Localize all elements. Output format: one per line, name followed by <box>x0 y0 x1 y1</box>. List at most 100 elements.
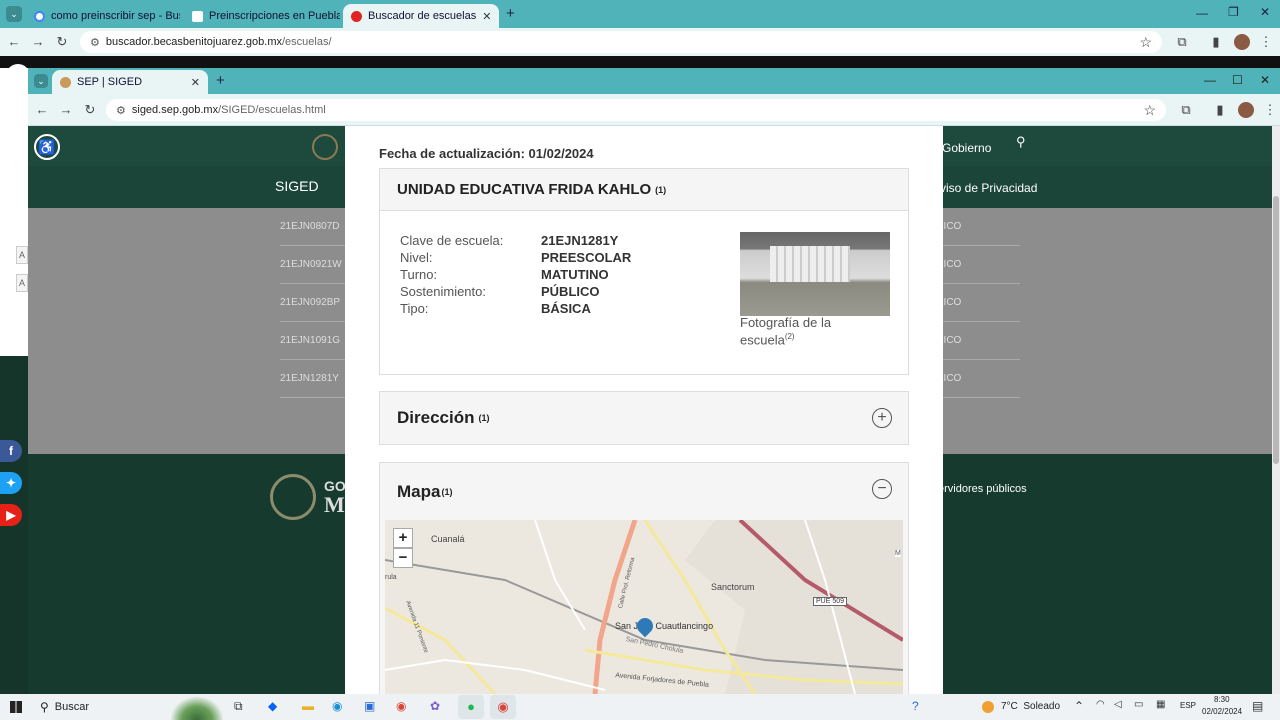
school-photo[interactable] <box>740 232 890 316</box>
close-window-icon[interactable]: ✕ <box>1260 5 1270 19</box>
bookmark-star-icon[interactable]: ☆ <box>1139 34 1152 51</box>
field-label: Tipo: <box>400 301 429 316</box>
servidores-link[interactable]: ervidores públicos <box>938 483 1027 495</box>
extensions-icon[interactable]: ⧉ <box>1174 34 1190 50</box>
gobierno-link[interactable]: Gobierno <box>942 141 991 155</box>
new-tab-button[interactable]: + <box>216 72 225 89</box>
spotify-icon[interactable]: ● <box>458 695 484 719</box>
reload-icon[interactable]: ↻ <box>54 34 70 50</box>
facebook-icon[interactable]: f <box>0 440 22 462</box>
list-item[interactable]: 21EJN092BP <box>280 284 346 322</box>
language-indicator[interactable]: ESP <box>1180 701 1196 710</box>
volume-icon[interactable]: ◁ <box>1114 699 1122 710</box>
page-scrollbar[interactable] <box>1272 126 1280 694</box>
photo-caption: Fotografía de la escuela(2) <box>740 315 860 347</box>
inner-tab[interactable]: SEP | SIGED ✕ <box>52 70 208 94</box>
field-label: Nivel: <box>400 250 433 265</box>
search-icon[interactable]: ⚲ <box>1016 134 1026 150</box>
expand-plus-icon[interactable]: + <box>872 408 892 428</box>
avatar[interactable] <box>1238 102 1254 118</box>
minimize-icon[interactable]: — <box>1204 73 1216 87</box>
extensions-icon[interactable]: ⧉ <box>1178 102 1194 118</box>
clock-time[interactable]: 8:30 <box>1214 695 1230 704</box>
clock-date[interactable]: 02/02/2024 <box>1202 707 1242 716</box>
close-icon[interactable]: ✕ <box>482 10 491 23</box>
school-map[interactable]: + − Cuanalá Sanctorum San Juan Cuautlanc… <box>385 520 903 694</box>
file-explorer-icon[interactable]: ▬ <box>302 699 314 713</box>
outer-url-bar[interactable]: ⚙ buscador.becasbenitojuarez.gob.mx/escu… <box>80 31 1162 53</box>
sidepanel-icon[interactable]: ▮ <box>1212 102 1228 118</box>
network-icon[interactable]: ▦ <box>1156 699 1165 710</box>
help-icon[interactable]: ? <box>912 699 919 713</box>
scrollbar-thumb[interactable] <box>1273 196 1279 464</box>
forward-icon[interactable]: → <box>58 102 74 117</box>
maximize-icon[interactable]: ☐ <box>1232 73 1243 87</box>
back-icon[interactable]: ← <box>34 102 50 117</box>
notification-icon[interactable]: ▤ <box>1252 699 1263 713</box>
footnote: (1) <box>655 184 667 195</box>
zoom-in-button[interactable]: + <box>393 528 413 548</box>
tab-search-button[interactable]: ⌄ <box>6 6 22 22</box>
inner-toolbar: ← → ↻ ⚙ siged.sep.gob.mx/SIGED/escuelas.… <box>28 94 1280 126</box>
youtube-icon[interactable]: ▶ <box>0 504 22 526</box>
dropbox-icon[interactable]: ◆ <box>268 699 277 713</box>
windows-start-icon[interactable] <box>10 701 22 713</box>
battery-icon[interactable]: ▭ <box>1134 699 1143 710</box>
site-info-icon[interactable]: ⚙ <box>90 36 100 49</box>
copilot-icon[interactable]: ✿ <box>430 699 440 713</box>
gov-seal-icon <box>312 134 338 160</box>
list-item[interactable]: 21EJN0921W <box>280 246 346 284</box>
zoom-out-button[interactable]: − <box>393 548 413 568</box>
list-item[interactable]: 21EJN1091G <box>280 322 346 360</box>
side-a-1[interactable]: A <box>16 246 28 264</box>
weather-text[interactable]: 7°C Soleado <box>1001 701 1060 712</box>
google-icon <box>34 10 45 22</box>
edge-icon[interactable]: ◉ <box>332 699 342 713</box>
outer-tab-3[interactable]: Buscador de escuelas ✕ <box>343 4 499 28</box>
list-item[interactable]: 21EJN1281Y <box>280 360 346 398</box>
twitter-icon[interactable]: ✦ <box>0 472 22 494</box>
task-view-icon[interactable]: ⧉ <box>234 699 243 714</box>
collapse-minus-icon[interactable]: − <box>872 479 892 499</box>
field-value: MATUTINO <box>541 267 609 282</box>
forward-icon[interactable]: → <box>30 34 46 49</box>
menu-icon[interactable]: ⋮ <box>1262 102 1278 118</box>
outer-tab-1[interactable]: como preinscribir sep - Buscar ✕ <box>26 4 180 28</box>
tab-title: SEP | SIGED <box>77 76 143 88</box>
tab-search-button[interactable]: ⌄ <box>34 74 48 88</box>
new-tab-button[interactable]: + <box>506 5 515 22</box>
chrome-active-icon[interactable]: ◉ <box>490 695 516 719</box>
store-icon[interactable]: ▣ <box>364 699 375 713</box>
direccion-panel[interactable]: Dirección (1) + <box>379 391 909 445</box>
back-icon[interactable]: ← <box>6 34 22 49</box>
avatar[interactable] <box>1234 34 1250 50</box>
outer-page-strip <box>0 56 1280 68</box>
close-icon[interactable]: ✕ <box>191 76 200 89</box>
tab-title: como preinscribir sep - Buscar <box>51 10 180 22</box>
mapa-header[interactable]: Mapa (1) <box>380 463 908 521</box>
menu-icon[interactable]: ⋮ <box>1258 34 1274 50</box>
bookmark-star-icon[interactable]: ☆ <box>1143 102 1156 119</box>
outer-tab-2[interactable]: Preinscripciones en Puebla: Te d ✕ <box>184 4 340 28</box>
list-item[interactable]: 21EJN0807D <box>280 208 346 246</box>
chrome-icon[interactable]: ◉ <box>396 699 406 713</box>
list-item-right: LICO <box>938 360 1020 398</box>
wifi-icon[interactable]: ◠ <box>1096 699 1105 710</box>
sidepanel-icon[interactable]: ▮ <box>1208 34 1224 50</box>
close-window-icon[interactable]: ✕ <box>1260 73 1270 87</box>
side-a-2[interactable]: A <box>16 274 28 292</box>
reload-icon[interactable]: ↻ <box>82 102 98 118</box>
widget-image[interactable] <box>170 696 224 720</box>
inner-url-bar[interactable]: ⚙ siged.sep.gob.mx/SIGED/escuelas.html ☆ <box>106 99 1166 121</box>
site-info-icon[interactable]: ⚙ <box>116 104 126 117</box>
field-label: Sostenimiento: <box>400 284 486 299</box>
siged-link[interactable]: SIGED <box>275 178 319 194</box>
url-domain: buscador.becasbenitojuarez.gob.mx <box>105 36 282 48</box>
chevron-up-icon[interactable]: ⌃ <box>1074 699 1084 713</box>
direccion-header[interactable]: Dirección (1) <box>380 392 908 444</box>
restore-icon[interactable]: ❐ <box>1228 5 1239 19</box>
accessibility-icon[interactable]: ♿ <box>34 134 60 160</box>
url-domain: siged.sep.gob.mx <box>131 104 219 116</box>
minimize-icon[interactable]: — <box>1196 6 1208 20</box>
aviso-link[interactable]: viso de Privacidad <box>940 181 1037 195</box>
